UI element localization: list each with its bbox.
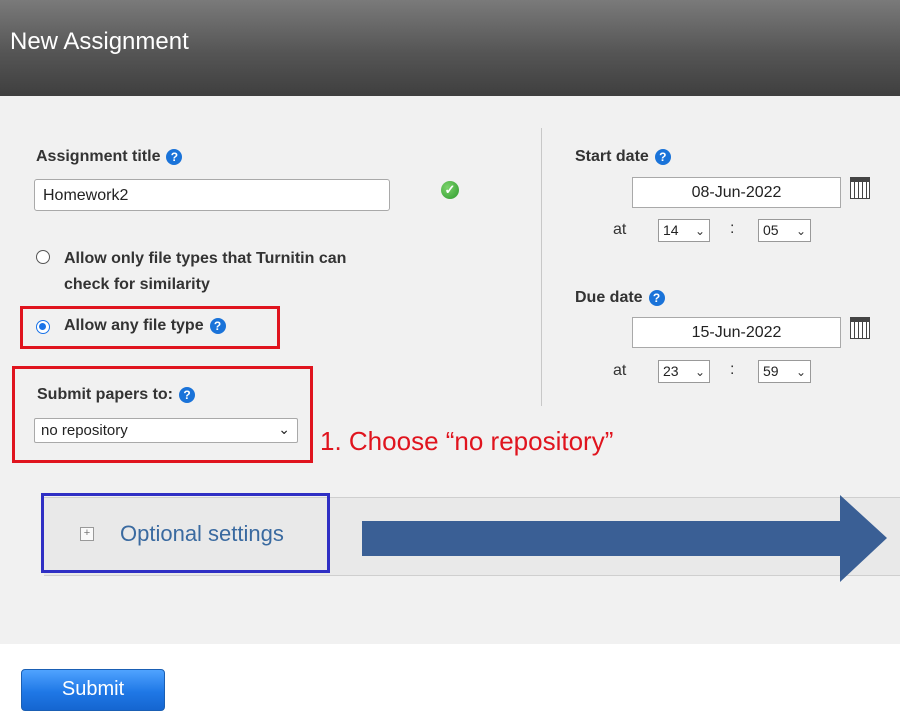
page-title: New Assignment [10, 28, 189, 55]
due-date-label: Due date? [575, 289, 665, 307]
optional-settings-label: Optional settings [120, 521, 284, 546]
due-minute-select[interactable]: 59 ⌄ [758, 360, 811, 383]
due-date-input[interactable]: 15-Jun-2022 [632, 317, 841, 348]
start-hour-value: 14 [663, 222, 679, 238]
submit-papers-label: Submit papers to:? [37, 386, 196, 404]
assignment-form: Assignment title? Homework2 ✓ Allow only… [0, 96, 900, 644]
column-divider [541, 128, 542, 406]
start-hour-select[interactable]: 14 ⌄ [658, 219, 710, 242]
annotation-choose-repository: 1. Choose “no repository” [320, 426, 614, 456]
due-at-label: at [613, 362, 627, 379]
repository-select[interactable]: no repository ⌄ [34, 418, 298, 443]
submit-button[interactable]: Submit [21, 669, 165, 711]
chevron-down-icon: ⌄ [795, 365, 806, 379]
header-bar: New Assignment [0, 0, 900, 96]
assignment-title-label-text: Assignment title [36, 148, 161, 165]
footer: Submit [0, 644, 900, 719]
chevron-down-icon: ⌄ [795, 224, 806, 238]
help-icon[interactable]: ? [179, 386, 196, 403]
due-date-label-text: Due date [575, 289, 643, 306]
radio-turnitin-file-types-label[interactable]: Allow only file types that Turnitin can … [64, 246, 346, 298]
start-date-label-text: Start date [575, 148, 649, 165]
calendar-icon[interactable] [850, 317, 870, 339]
chevron-down-icon: ⌄ [278, 421, 290, 437]
help-icon[interactable]: ? [654, 148, 671, 165]
radio-any-file-type-label[interactable]: Allow any file type? [64, 317, 226, 335]
start-date-label: Start date? [575, 148, 671, 166]
start-date-input[interactable]: 08-Jun-2022 [632, 177, 841, 208]
help-icon[interactable]: ? [166, 148, 183, 165]
start-time-separator: : [730, 220, 735, 237]
radio-turnitin-label-line1: Allow only file types that Turnitin can [64, 250, 347, 267]
assignment-title-label: Assignment title? [36, 148, 183, 166]
radio-any-file-type[interactable] [36, 320, 50, 334]
radio-any-file-type-text: Allow any file type [64, 317, 204, 334]
valid-checkmark-icon: ✓ [441, 181, 459, 199]
start-minute-select[interactable]: 05 ⌄ [758, 219, 811, 242]
calendar-icon[interactable] [850, 177, 870, 199]
blue-arrow-annotation [362, 495, 887, 582]
start-minute-value: 05 [763, 222, 779, 238]
assignment-title-input[interactable]: Homework2 [34, 179, 390, 211]
optional-settings-toggle[interactable]: + Optional settings [80, 521, 284, 547]
highlight-submit-papers [12, 366, 313, 463]
plus-icon: + [80, 527, 94, 541]
radio-turnitin-label-line2: check for similarity [64, 276, 210, 293]
help-icon[interactable]: ? [648, 289, 665, 306]
chevron-down-icon: ⌄ [694, 365, 705, 379]
start-at-label: at [613, 221, 627, 238]
radio-turnitin-file-types[interactable] [36, 250, 50, 264]
due-hour-value: 23 [663, 363, 679, 379]
chevron-down-icon: ⌄ [694, 224, 705, 238]
due-hour-select[interactable]: 23 ⌄ [658, 360, 710, 383]
repository-select-value: no repository [41, 422, 128, 439]
help-icon[interactable]: ? [209, 317, 226, 334]
submit-papers-label-text: Submit papers to: [37, 386, 174, 403]
due-time-separator: : [730, 361, 735, 378]
due-minute-value: 59 [763, 363, 779, 379]
